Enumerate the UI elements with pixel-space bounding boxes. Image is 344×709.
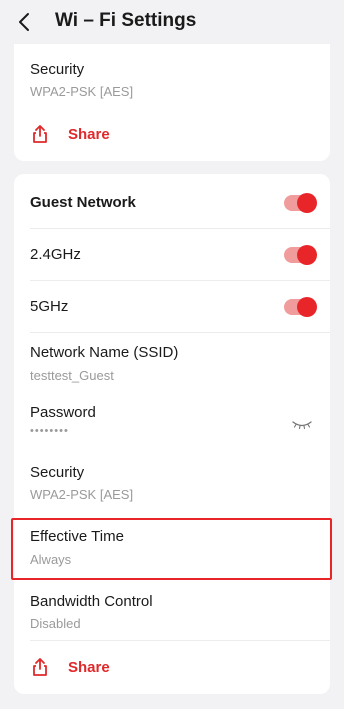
password-value: ••••••••	[30, 425, 69, 437]
security-label: Security	[30, 61, 85, 78]
header-bar: Wi – Fi Settings	[0, 0, 344, 44]
band-24ghz-label: 2.4GHz	[30, 246, 81, 263]
toggle-knob	[297, 193, 317, 213]
guest-security-label: Security	[30, 464, 85, 481]
guest-share-label: Share	[68, 658, 110, 676]
ssid-row[interactable]: Network Name (SSID) testtest_Guest	[14, 332, 330, 392]
share-button[interactable]: Share	[30, 124, 110, 144]
security-value: WPA2-PSK [AES]	[30, 84, 134, 99]
band-5ghz-toggle[interactable]	[284, 297, 317, 317]
guest-security-row[interactable]: Security WPA2-PSK [AES]	[14, 452, 330, 512]
guest-network-label: Guest Network	[30, 194, 136, 211]
main-network-card: Security WPA2-PSK [AES] Share	[14, 44, 330, 161]
ssid-label: Network Name (SSID)	[30, 344, 179, 361]
bandwidth-control-label: Bandwidth Control	[30, 593, 153, 610]
band-24ghz-row: 2.4GHz	[14, 228, 330, 280]
effective-time-label: Effective Time	[30, 528, 124, 545]
bandwidth-control-value: Disabled	[30, 616, 81, 631]
effective-time-value: Always	[30, 552, 72, 567]
share-label: Share	[68, 125, 110, 143]
password-label: Password	[30, 404, 96, 421]
guest-network-card: Guest Network 2.4GHz 5GHz Network Name (…	[14, 174, 330, 694]
band-5ghz-label: 5GHz	[30, 298, 69, 315]
password-row[interactable]: Password ••••••••	[14, 392, 330, 452]
guest-network-row: Guest Network	[14, 174, 330, 228]
security-row: Security WPA2-PSK [AES]	[14, 44, 330, 102]
band-5ghz-row: 5GHz	[14, 280, 330, 332]
page-title: Wi – Fi Settings	[55, 10, 197, 31]
ssid-value: testtest_Guest	[30, 368, 114, 383]
back-button[interactable]	[12, 10, 36, 34]
divider	[30, 640, 330, 641]
toggle-knob	[297, 245, 317, 265]
share-icon	[33, 658, 47, 676]
guest-share-button[interactable]: Share	[30, 657, 110, 677]
guest-security-value: WPA2-PSK [AES]	[30, 487, 134, 502]
eye-closed-icon[interactable]	[292, 420, 312, 430]
bandwidth-control-row[interactable]: Bandwidth Control Disabled	[14, 584, 330, 640]
guest-network-toggle[interactable]	[284, 193, 317, 213]
band-24ghz-toggle[interactable]	[284, 245, 317, 265]
chevron-left-icon	[19, 13, 29, 31]
toggle-knob	[297, 297, 317, 317]
share-icon	[33, 125, 47, 143]
effective-time-row[interactable]: Effective Time Always	[14, 520, 330, 580]
